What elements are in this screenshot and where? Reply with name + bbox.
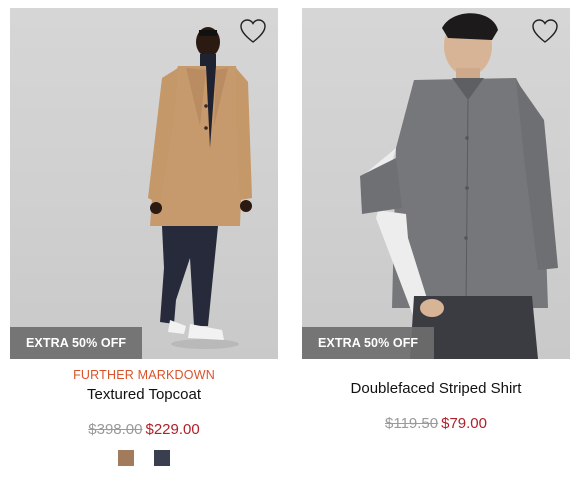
- color-swatches: [10, 450, 278, 466]
- sale-price: $229.00: [145, 421, 200, 438]
- product-image[interactable]: EXTRA 50% OFF: [10, 8, 278, 359]
- product-name[interactable]: Textured Topcoat: [10, 386, 278, 403]
- markdown-flag: FURTHER MARKDOWN: [73, 368, 215, 382]
- original-price: $119.50: [385, 415, 439, 432]
- product-image[interactable]: EXTRA 50% OFF: [302, 8, 570, 359]
- original-price: $398.00: [88, 421, 143, 438]
- promo-badge: EXTRA 50% OFF: [10, 327, 143, 359]
- wishlist-heart-icon[interactable]: [530, 16, 560, 46]
- price-block: $398.00 $229.00: [10, 421, 278, 438]
- sale-price: $79.00: [441, 415, 487, 432]
- swatch-camel[interactable]: [118, 450, 134, 466]
- model-in-shirt-image: [360, 13, 558, 359]
- product-name[interactable]: Doublefaced Striped Shirt: [302, 380, 570, 397]
- price-block: $119.50 $79.00: [302, 415, 570, 432]
- promo-badge: EXTRA 50% OFF: [302, 327, 435, 359]
- product-card[interactable]: EXTRA 50% OFF FURTHER MARKDOWN Textured …: [10, 8, 278, 484]
- wishlist-heart-icon[interactable]: [238, 16, 268, 46]
- model-in-topcoat-image: [148, 27, 252, 349]
- swatch-navy[interactable]: [154, 450, 170, 466]
- product-card[interactable]: EXTRA 50% OFF Doublefaced Striped Shirt …: [302, 8, 570, 484]
